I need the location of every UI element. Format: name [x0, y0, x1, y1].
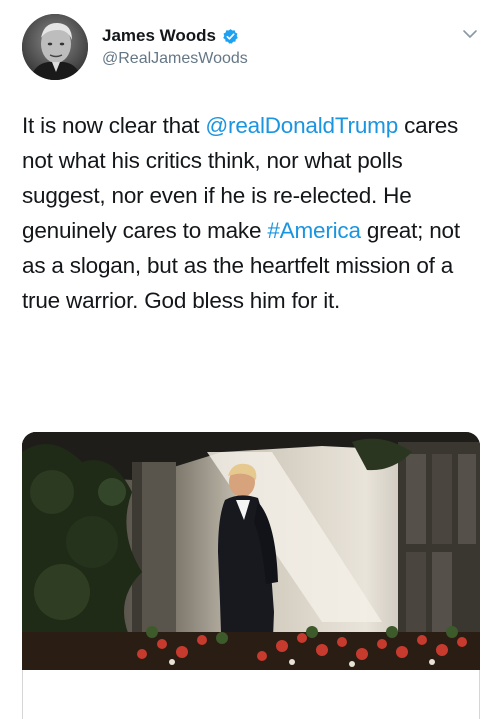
- display-name-row: James Woods: [102, 26, 248, 46]
- tweet-text: It is now clear that @realDonaldTrump ca…: [22, 108, 484, 318]
- verified-badge-icon: [223, 28, 238, 44]
- avatar-photo-icon: [22, 14, 88, 80]
- tweet-header: James Woods @RealJamesWoods: [22, 14, 482, 82]
- chevron-down-icon[interactable]: [462, 26, 478, 42]
- author-handle[interactable]: @RealJamesWoods: [102, 50, 248, 68]
- hashtag-link[interactable]: #America: [267, 218, 361, 243]
- avatar[interactable]: [22, 14, 88, 80]
- tweet-photo[interactable]: [22, 432, 480, 670]
- tweet-card: James Woods @RealJamesWoods It is now cl…: [0, 0, 500, 719]
- tweet-photo-footer: [22, 670, 480, 719]
- tweet-text-segment: It is now clear that: [22, 113, 206, 138]
- display-name[interactable]: James Woods: [102, 26, 216, 46]
- author-names: James Woods @RealJamesWoods: [102, 26, 248, 68]
- photo-man-in-suit-icon: [22, 432, 480, 670]
- mention-link[interactable]: @realDonaldTrump: [205, 113, 398, 138]
